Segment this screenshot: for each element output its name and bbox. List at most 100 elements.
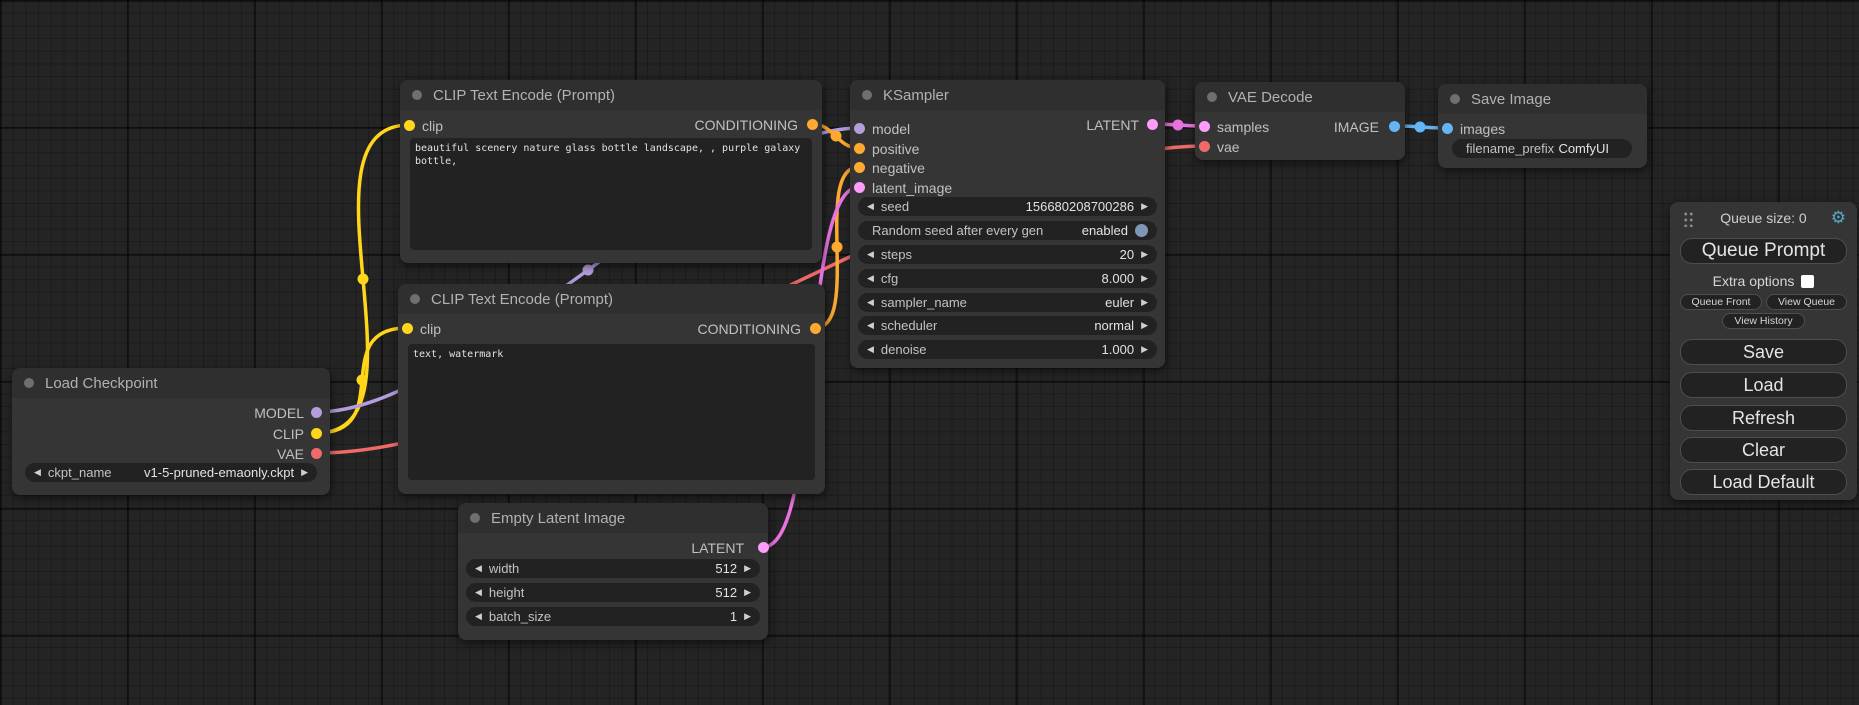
output-port-latent[interactable] [1147,119,1158,130]
widget-value: 156680208700286 [1026,199,1134,214]
node-title: KSampler [883,87,949,104]
input-port-samples[interactable] [1199,121,1210,132]
decrement-arrow-icon[interactable]: ◀ [475,612,482,621]
decrement-arrow-icon[interactable]: ◀ [867,202,874,211]
queue-front-button[interactable]: Queue Front [1680,294,1762,310]
increment-arrow-icon[interactable]: ▶ [301,468,308,477]
decrement-arrow-icon[interactable]: ◀ [34,468,41,477]
input-port-images[interactable] [1442,123,1453,134]
decrement-arrow-icon[interactable]: ◀ [475,564,482,573]
increment-arrow-icon[interactable]: ▶ [744,588,751,597]
increment-arrow-icon[interactable]: ▶ [1141,274,1148,283]
collapse-dot-icon[interactable] [862,90,872,100]
node-save-image[interactable]: Save Image images filename_prefix ComfyU… [1438,84,1647,168]
collapse-dot-icon[interactable] [1450,94,1460,104]
collapse-dot-icon[interactable] [470,513,480,523]
node-titlebar[interactable]: CLIP Text Encode (Prompt) [398,284,825,314]
node-titlebar[interactable]: CLIP Text Encode (Prompt) [400,80,822,110]
increment-arrow-icon[interactable]: ▶ [1141,298,1148,307]
node-vae-decode[interactable]: VAE Decode samples vae IMAGE [1195,82,1405,160]
node-load-checkpoint[interactable]: Load Checkpoint MODEL CLIP VAE ◀ ckpt_na… [12,368,330,495]
height-widget[interactable]: ◀ height 512 ▶ [466,583,760,602]
output-port-clip[interactable] [311,428,322,439]
drag-handle-icon[interactable] [1683,211,1694,227]
node-titlebar[interactable]: Save Image [1438,84,1647,114]
output-port-conditioning[interactable] [807,119,818,130]
ckpt-name-widget[interactable]: ◀ ckpt_name v1-5-pruned-emaonly.ckpt ▶ [25,463,317,482]
prompt-textarea[interactable]: beautiful scenery nature glass bottle la… [410,138,812,250]
node-title: CLIP Text Encode (Prompt) [433,87,615,104]
gear-icon[interactable]: ⚙ [1831,208,1846,228]
batch-size-widget[interactable]: ◀ batch_size 1 ▶ [466,607,760,626]
view-history-button[interactable]: View History [1722,313,1805,329]
input-port-latent-image[interactable] [854,182,865,193]
widget-label: height [489,585,524,600]
node-ksampler[interactable]: KSampler model positive negative latent_… [850,80,1165,368]
seed-widget[interactable]: ◀ seed 156680208700286 ▶ [858,197,1157,216]
width-widget[interactable]: ◀ width 512 ▶ [466,559,760,578]
node-titlebar[interactable]: Empty Latent Image [458,503,768,533]
view-queue-button[interactable]: View Queue [1766,294,1847,310]
link-dot [358,274,369,285]
node-titlebar[interactable]: KSampler [850,80,1165,110]
input-port-vae[interactable] [1199,141,1210,152]
increment-arrow-icon[interactable]: ▶ [1141,202,1148,211]
load-button[interactable]: Load [1680,372,1847,398]
input-port-model[interactable] [854,123,865,134]
widget-label: seed [881,199,909,214]
decrement-arrow-icon[interactable]: ◀ [867,250,874,259]
input-port-clip[interactable] [402,323,413,334]
load-default-button[interactable]: Load Default [1680,469,1847,495]
queue-panel: Queue size: 0 ⚙ Queue Prompt Extra optio… [1670,202,1857,500]
cfg-widget[interactable]: ◀ cfg 8.000 ▶ [858,269,1157,288]
node-titlebar[interactable]: VAE Decode [1195,82,1405,112]
output-port-model[interactable] [311,407,322,418]
enabled-toggle-icon[interactable] [1135,224,1148,237]
input-port-negative[interactable] [854,162,865,173]
filename-prefix-widget[interactable]: filename_prefix ComfyUI [1452,139,1632,158]
decrement-arrow-icon[interactable]: ◀ [475,588,482,597]
decrement-arrow-icon[interactable]: ◀ [867,321,874,330]
increment-arrow-icon[interactable]: ▶ [1141,250,1148,259]
increment-arrow-icon[interactable]: ▶ [744,564,751,573]
increment-arrow-icon[interactable]: ▶ [1141,345,1148,354]
input-label-model: model [872,121,910,137]
output-port-conditioning[interactable] [810,323,821,334]
steps-widget[interactable]: ◀ steps 20 ▶ [858,245,1157,264]
output-port-latent[interactable] [758,542,769,553]
denoise-widget[interactable]: ◀ denoise 1.000 ▶ [858,340,1157,359]
input-port-clip[interactable] [404,120,415,131]
widget-value: 1 [730,609,737,624]
sampler-name-widget[interactable]: ◀ sampler_name euler ▶ [858,293,1157,312]
extra-options-checkbox[interactable] [1801,275,1814,288]
random-seed-widget[interactable]: Random seed after every gen enabled [858,221,1157,240]
refresh-button[interactable]: Refresh [1680,405,1847,431]
decrement-arrow-icon[interactable]: ◀ [867,274,874,283]
increment-arrow-icon[interactable]: ▶ [744,612,751,621]
node-title: CLIP Text Encode (Prompt) [431,291,613,308]
widget-value: ComfyUI [1558,141,1609,156]
save-button[interactable]: Save [1680,339,1847,365]
collapse-dot-icon[interactable] [24,378,34,388]
collapse-dot-icon[interactable] [410,294,420,304]
collapse-dot-icon[interactable] [1207,92,1217,102]
increment-arrow-icon[interactable]: ▶ [1141,321,1148,330]
widget-value: 8.000 [1102,271,1135,286]
decrement-arrow-icon[interactable]: ◀ [867,298,874,307]
input-port-positive[interactable] [854,143,865,154]
node-canvas[interactable]: Load Checkpoint MODEL CLIP VAE ◀ ckpt_na… [0,0,1859,705]
scheduler-widget[interactable]: ◀ scheduler normal ▶ [858,316,1157,335]
node-clip-text-encode-negative[interactable]: CLIP Text Encode (Prompt) clip CONDITION… [398,284,825,494]
queue-prompt-button[interactable]: Queue Prompt [1680,238,1847,264]
prompt-textarea[interactable]: text, watermark [408,344,815,480]
node-titlebar[interactable]: Load Checkpoint [12,368,330,398]
clear-button[interactable]: Clear [1680,437,1847,463]
node-empty-latent-image[interactable]: Empty Latent Image LATENT ◀ width 512 ▶ … [458,503,768,640]
node-clip-text-encode-positive[interactable]: CLIP Text Encode (Prompt) clip CONDITION… [400,80,822,263]
output-port-image[interactable] [1389,121,1400,132]
output-port-vae[interactable] [311,448,322,459]
decrement-arrow-icon[interactable]: ◀ [867,345,874,354]
input-label-vae: vae [1217,139,1240,155]
collapse-dot-icon[interactable] [412,90,422,100]
widget-label: steps [881,247,912,262]
